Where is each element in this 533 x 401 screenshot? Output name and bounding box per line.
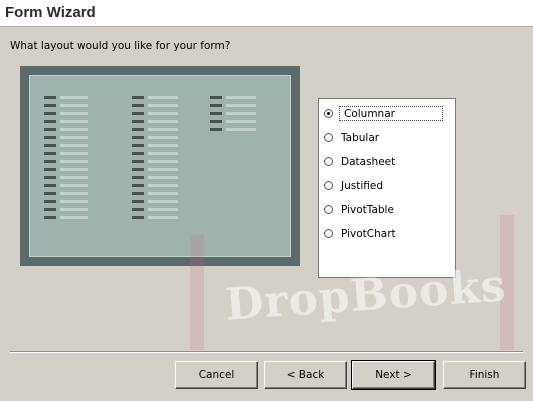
watermark-text: DropBooks (223, 260, 509, 331)
option-label: PivotChart (341, 227, 396, 240)
layout-option-columnar[interactable]: Columnar (324, 105, 443, 121)
radio-icon[interactable] (324, 132, 333, 142)
option-label: Columnar (344, 107, 395, 120)
option-label-wrap: PivotTable (339, 203, 396, 216)
option-label-wrap: PivotChart (339, 227, 398, 240)
layout-option-justified[interactable]: Justified (324, 177, 385, 193)
title-bar: Form Wizard (0, 0, 533, 27)
option-label: Justified (341, 179, 383, 192)
radio-icon[interactable] (324, 228, 333, 238)
radio-icon[interactable] (324, 180, 333, 190)
watermark-stripe (190, 235, 204, 350)
layout-option-tabular[interactable]: Tabular (324, 129, 381, 145)
footer-separator (10, 351, 523, 353)
option-label: Tabular (341, 131, 380, 144)
layout-option-pivottable[interactable]: PivotTable (324, 201, 396, 217)
layout-preview-image (29, 75, 291, 257)
option-label-wrap: Justified (339, 179, 385, 192)
layout-options-group: Columnar Tabular Datasheet Justified PivotTa… (318, 98, 456, 278)
option-label-wrap: Datasheet (339, 155, 397, 168)
option-label: Datasheet (341, 155, 396, 168)
window-title: Form Wizard (5, 4, 96, 21)
layout-option-datasheet[interactable]: Datasheet (324, 153, 397, 169)
option-label-wrap: Columnar (339, 105, 443, 121)
radio-icon[interactable] (324, 156, 333, 166)
option-label-wrap: Tabular (339, 131, 381, 144)
next-button[interactable]: Next > (351, 360, 436, 390)
layout-option-pivotchart[interactable]: PivotChart (324, 225, 398, 241)
back-button[interactable]: < Back (264, 361, 347, 389)
radio-icon[interactable] (324, 204, 333, 214)
option-label: PivotTable (341, 203, 394, 216)
finish-button[interactable]: Finish (443, 361, 526, 389)
cancel-button[interactable]: Cancel (175, 361, 258, 389)
layout-preview-frame (20, 66, 300, 266)
radio-icon[interactable] (324, 108, 333, 118)
layout-question: What layout would you like for your form… (10, 40, 231, 52)
